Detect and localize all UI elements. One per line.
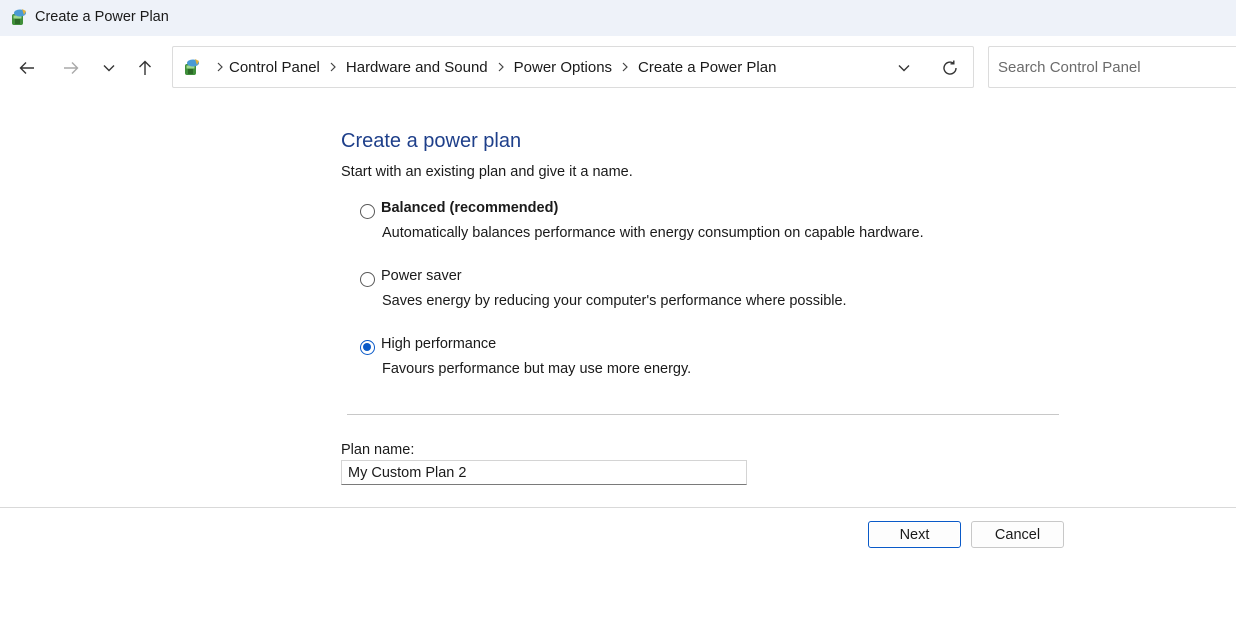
forward-button[interactable] <box>56 53 86 83</box>
title-bar: Create a Power Plan <box>0 0 1236 36</box>
plan-name-label: Plan name: <box>341 442 415 458</box>
back-button[interactable] <box>12 53 42 83</box>
address-history-button[interactable] <box>891 55 917 81</box>
control-panel-icon <box>185 59 199 75</box>
section-divider <box>347 414 1059 415</box>
chevron-down-icon <box>898 65 910 72</box>
arrow-up-icon <box>139 60 151 75</box>
breadcrumb-power-options[interactable]: Power Options <box>514 59 612 76</box>
breadcrumb-create-a-power-plan[interactable]: Create a Power Plan <box>638 59 776 76</box>
option-label[interactable]: Balanced (recommended) <box>381 200 558 216</box>
breadcrumb-control-panel[interactable]: Control Panel <box>229 59 320 76</box>
power-options-icon <box>12 9 26 25</box>
option-label[interactable]: High performance <box>381 336 496 352</box>
page-title: Create a power plan <box>341 130 522 152</box>
option-description: Automatically balances performance with … <box>382 225 924 241</box>
radio-balanced[interactable] <box>360 204 375 219</box>
option-description: Saves energy by reducing your computer's… <box>382 293 847 309</box>
radio-power-saver[interactable] <box>360 272 375 287</box>
chevron-down-icon <box>103 65 115 72</box>
address-bar[interactable]: Control Panel Hardware and Sound Power O… <box>172 46 974 88</box>
search-box[interactable] <box>988 46 1236 88</box>
chevron-right-icon <box>612 62 638 72</box>
plan-name-field[interactable] <box>341 460 747 485</box>
search-input[interactable] <box>998 47 1228 87</box>
option-label[interactable]: Power saver <box>381 268 462 284</box>
footer-divider <box>0 507 1236 508</box>
navigation-bar: Control Panel Hardware and Sound Power O… <box>0 36 1236 100</box>
arrow-right-icon <box>64 62 79 74</box>
window-title: Create a Power Plan <box>35 9 169 25</box>
breadcrumb-hardware-and-sound[interactable]: Hardware and Sound <box>346 59 488 76</box>
breadcrumb: Control Panel Hardware and Sound Power O… <box>211 47 776 87</box>
chevron-right-icon <box>488 62 514 72</box>
power-plan-window: Create a Power Plan Control Panel Hardwa… <box>0 0 1236 626</box>
recent-locations-button[interactable] <box>94 53 124 83</box>
page-subtitle: Start with an existing plan and give it … <box>341 164 633 180</box>
refresh-button[interactable] <box>937 55 963 81</box>
arrow-left-icon <box>19 62 34 74</box>
option-description: Favours performance but may use more ene… <box>382 361 692 377</box>
next-button[interactable]: Next <box>868 521 961 548</box>
radio-high-performance[interactable] <box>360 340 375 355</box>
up-button[interactable] <box>130 53 160 83</box>
refresh-icon <box>943 60 957 75</box>
chevron-right-icon <box>211 62 229 72</box>
cancel-button[interactable]: Cancel <box>971 521 1064 548</box>
chevron-right-icon <box>320 62 346 72</box>
